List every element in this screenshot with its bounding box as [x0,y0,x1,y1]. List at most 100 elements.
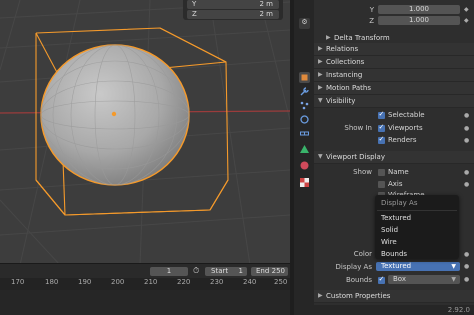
section-instancing[interactable]: ▶ Instancing [314,69,474,82]
keyframe-dot-icon[interactable]: ◆ [464,6,469,13]
renders-label: Renders [388,136,417,144]
scale-y-label: Y [369,6,374,14]
dimension-y-field[interactable]: Y 2 m [187,0,279,9]
menu-title: Display As [381,199,418,207]
material-icon[interactable] [299,160,310,171]
menu-option-textured[interactable]: Textured [381,214,411,223]
dimension-value: 2 m [259,10,274,18]
display-as-menu: Display As Textured Solid Wire Bounds [375,195,459,259]
section-label: Visibility [326,97,356,105]
menu-option-bounds[interactable]: Bounds [381,250,407,259]
object-properties-icon[interactable] [299,72,310,83]
physics-icon[interactable] [299,114,310,125]
keyframe-dot-icon[interactable]: ● [464,251,469,258]
section-label: Collections [326,58,365,66]
scale-z-field[interactable]: 1.000 [378,16,460,25]
color-label: Color [353,250,372,258]
scale-z-label: Z [369,17,374,25]
section-viewport-display[interactable]: ▼ Viewport Display [314,151,474,164]
keyframe-dot-icon[interactable]: ● [464,181,469,188]
bounds-type-dropdown[interactable]: Box ▼ [388,275,460,284]
properties-tab-strip: ⚙ [294,0,314,315]
keyframe-dot-icon[interactable]: ● [464,169,469,176]
axis-label: Axis [388,180,403,188]
chevron-down-icon: ▼ [451,263,456,270]
particles-icon[interactable] [299,100,310,111]
keyframe-dot-icon[interactable]: ◆ [464,17,469,24]
bounds-type-value: Box [393,275,407,283]
status-bar: 2.92.0 [294,305,474,315]
start-frame-field[interactable]: Start 1 [205,267,247,276]
3d-viewport[interactable]: Y 2 m Z 2 m [0,0,290,265]
section-collections[interactable]: ▶ Collections [314,56,474,69]
frame-tick: 200 [111,278,125,286]
frame-tick: 230 [210,278,224,286]
section-label: Relations [326,45,359,53]
start-label: Start [211,267,229,275]
display-as-label: Display As [335,263,372,271]
section-label: Motion Paths [326,84,371,92]
tool-settings-icon[interactable]: ⚙ [299,18,310,29]
keyframe-dot-icon[interactable]: ● [464,276,469,283]
keyframe-dot-icon[interactable]: ● [464,137,469,144]
version-label: 2.92.0 [447,306,470,314]
selectable-label: Selectable [388,111,425,119]
timeline-header: 1 ⏱ Start 1 End 250 [0,263,290,278]
axis-checkbox[interactable] [378,181,385,188]
frame-tick: 240 [243,278,257,286]
axis-label: Z [192,10,197,18]
menu-divider [377,210,457,211]
bounds-label: Bounds [345,276,372,284]
chevron-down-icon: ▼ [451,276,456,283]
dimension-value: 2 m [259,0,274,8]
keyframe-dot-icon[interactable]: ● [464,125,469,132]
frame-tick: 190 [78,278,92,286]
section-custom-properties[interactable]: ▶ Custom Properties [314,290,474,303]
frame-tick: 220 [177,278,191,286]
section-relations[interactable]: ▶ Relations [314,43,474,56]
end-frame-field[interactable]: End 250 [251,267,288,276]
viewports-label: Viewports [388,124,423,132]
section-label: Viewport Display [326,153,385,161]
mesh-data-icon[interactable] [299,144,310,155]
end-value: 250 [271,267,285,275]
show-label: Show [353,168,372,176]
wrench-icon[interactable] [299,86,310,97]
chevron-right-icon: ▶ [318,45,323,52]
frame-tick: 170 [11,278,25,286]
name-checkbox[interactable] [378,169,385,176]
section-label: Custom Properties [326,292,391,300]
texture-icon[interactable] [299,177,310,188]
display-as-dropdown[interactable]: Textured ▼ [376,262,460,271]
frame-tick: 250 [274,278,288,286]
frame-tick: 210 [144,278,158,286]
menu-option-wire[interactable]: Wire [381,238,397,247]
selectable-checkbox[interactable] [378,110,385,119]
menu-option-solid[interactable]: Solid [381,226,398,235]
renders-checkbox[interactable] [378,135,385,144]
show-in-label: Show In [344,124,372,132]
bounds-checkbox[interactable] [378,275,385,284]
dimensions-panel: Y 2 m Z 2 m [183,0,283,20]
dimension-z-field[interactable]: Z 2 m [187,10,279,19]
section-motion-paths[interactable]: ▶ Motion Paths [314,82,474,95]
properties-editor: Y 1.000 ◆ Z 1.000 ◆ ▶ Delta Transform ▶ … [314,0,474,315]
timeline-ruler[interactable]: 170 180 190 200 210 220 230 240 250 [0,278,290,290]
scale-y-field[interactable]: 1.000 [378,5,460,14]
keyframe-dot-icon[interactable]: ● [464,112,469,119]
viewports-checkbox[interactable] [378,123,385,132]
current-frame-field[interactable]: 1 [150,267,188,276]
axis-label: Y [192,0,197,8]
section-visibility[interactable]: ▼ Visibility [314,95,474,108]
chevron-down-icon: ▼ [318,153,323,160]
constraints-icon[interactable] [299,128,310,139]
viewport-scene [0,0,290,265]
display-as-value: Textured [381,262,412,270]
start-value: 1 [238,267,243,275]
name-label: Name [388,168,409,176]
chevron-right-icon: ▶ [318,58,323,65]
keyframe-dot-icon[interactable]: ● [464,263,469,270]
section-label: Instancing [326,71,363,79]
stopwatch-icon[interactable]: ⏱ [193,266,199,276]
end-label: End [256,267,270,275]
